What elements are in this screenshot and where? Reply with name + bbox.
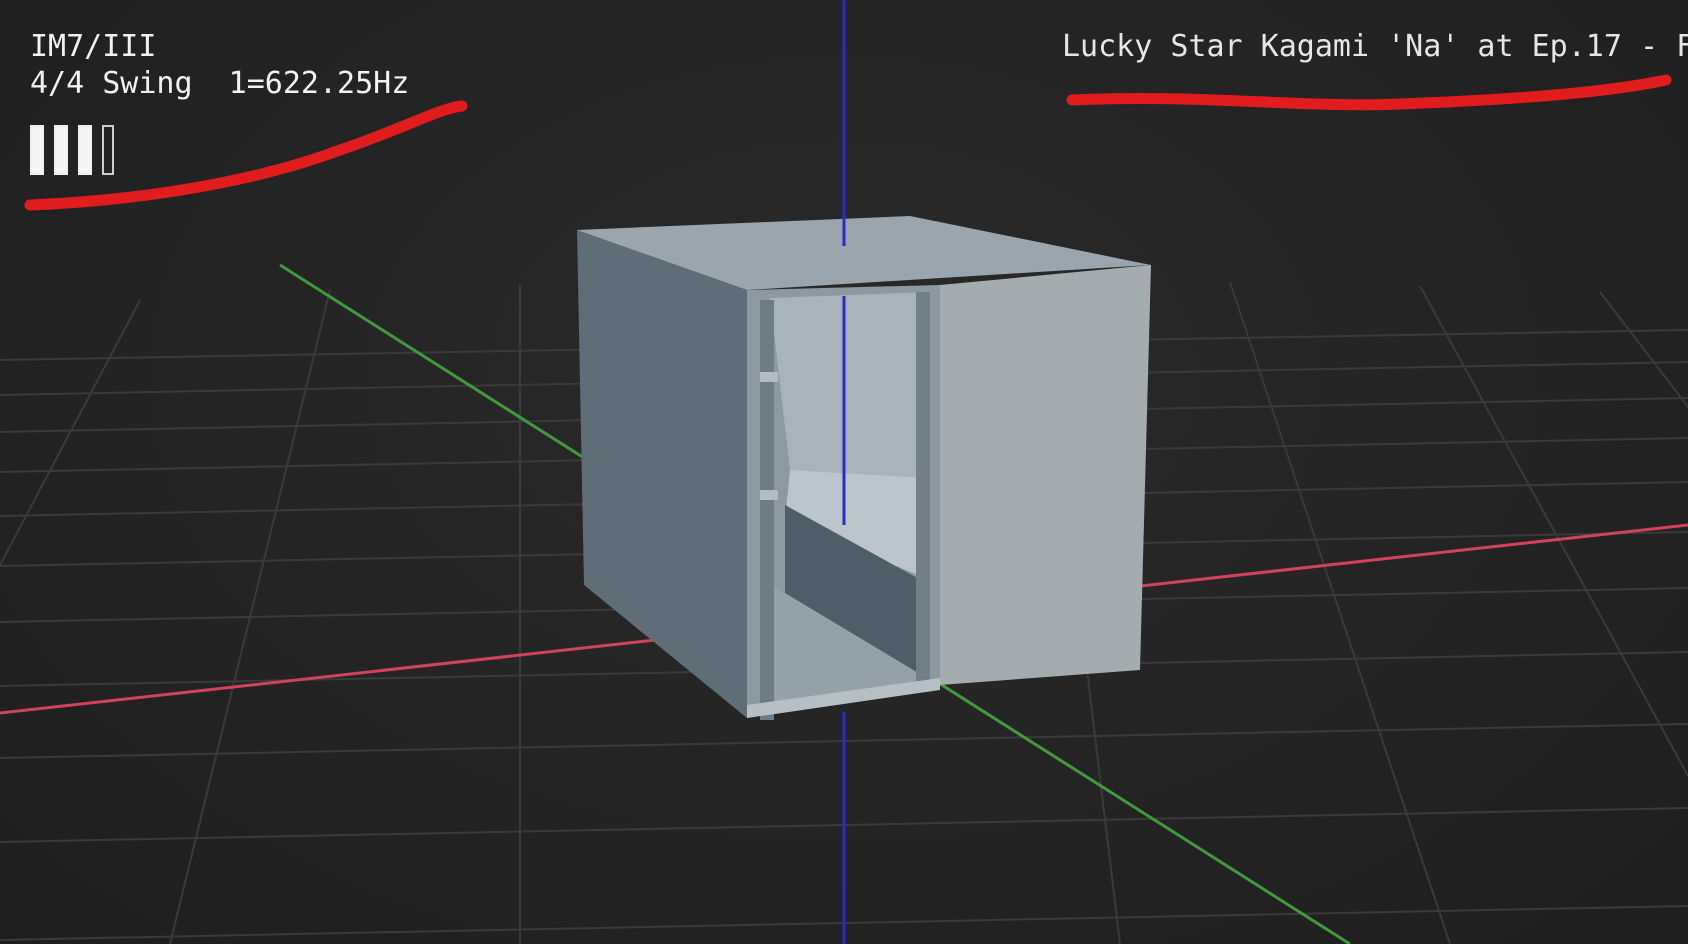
box-mesh[interactable] [577,216,1151,720]
box-inner-post [760,372,778,382]
beat-indicator-empty-icon [102,125,114,175]
box-inner-post [916,292,930,682]
box-interior-back [770,292,930,478]
chord-label: IM7/III [30,29,157,64]
scene-canvas[interactable] [0,0,1688,944]
box-inner-post [760,490,778,500]
box-inner-post [760,300,774,720]
beat-indicator-filled-icon [54,125,68,175]
beat-meter [30,125,114,175]
3d-viewport[interactable]: IM7/III 4/4 Swing 1=622.25Hz Lucky Star … [0,0,1688,944]
tempo-label: 4/4 Swing 1=622.25Hz [30,66,410,101]
song-title: Lucky Star Kagami 'Na' at Ep.17 - F6 [1062,29,1688,64]
beat-indicator-filled-icon [30,125,44,175]
beat-indicator-filled-icon [78,125,92,175]
box-right-face [940,265,1151,685]
